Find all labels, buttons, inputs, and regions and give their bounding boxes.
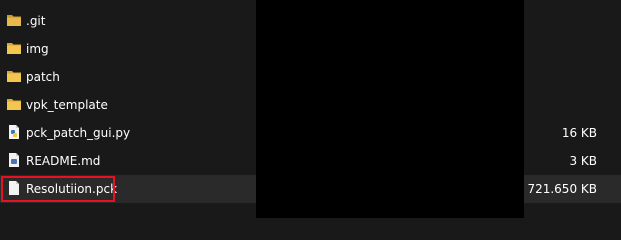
- file-name: img: [26, 42, 49, 56]
- file-size: 16 KB: [561, 126, 597, 140]
- file-size: 721.650 KB: [527, 182, 597, 196]
- folder-icon: [6, 12, 22, 28]
- highlight-box: [1, 176, 115, 202]
- file-name: README.md: [26, 154, 101, 168]
- file-name: vpk_template: [26, 98, 108, 112]
- folder-icon: [6, 96, 22, 112]
- markdown-file-icon: [6, 152, 22, 168]
- folder-icon: [6, 68, 22, 84]
- redaction-block: [256, 0, 524, 218]
- file-name: .git: [26, 14, 46, 28]
- file-size: 3 KB: [569, 154, 597, 168]
- file-name: pck_patch_gui.py: [26, 126, 131, 140]
- folder-icon: [6, 40, 22, 56]
- file-name: patch: [26, 70, 60, 84]
- python-file-icon: [6, 124, 22, 140]
- file-explorer: .git img patch vpk_template pck_patch_gu…: [0, 0, 621, 218]
